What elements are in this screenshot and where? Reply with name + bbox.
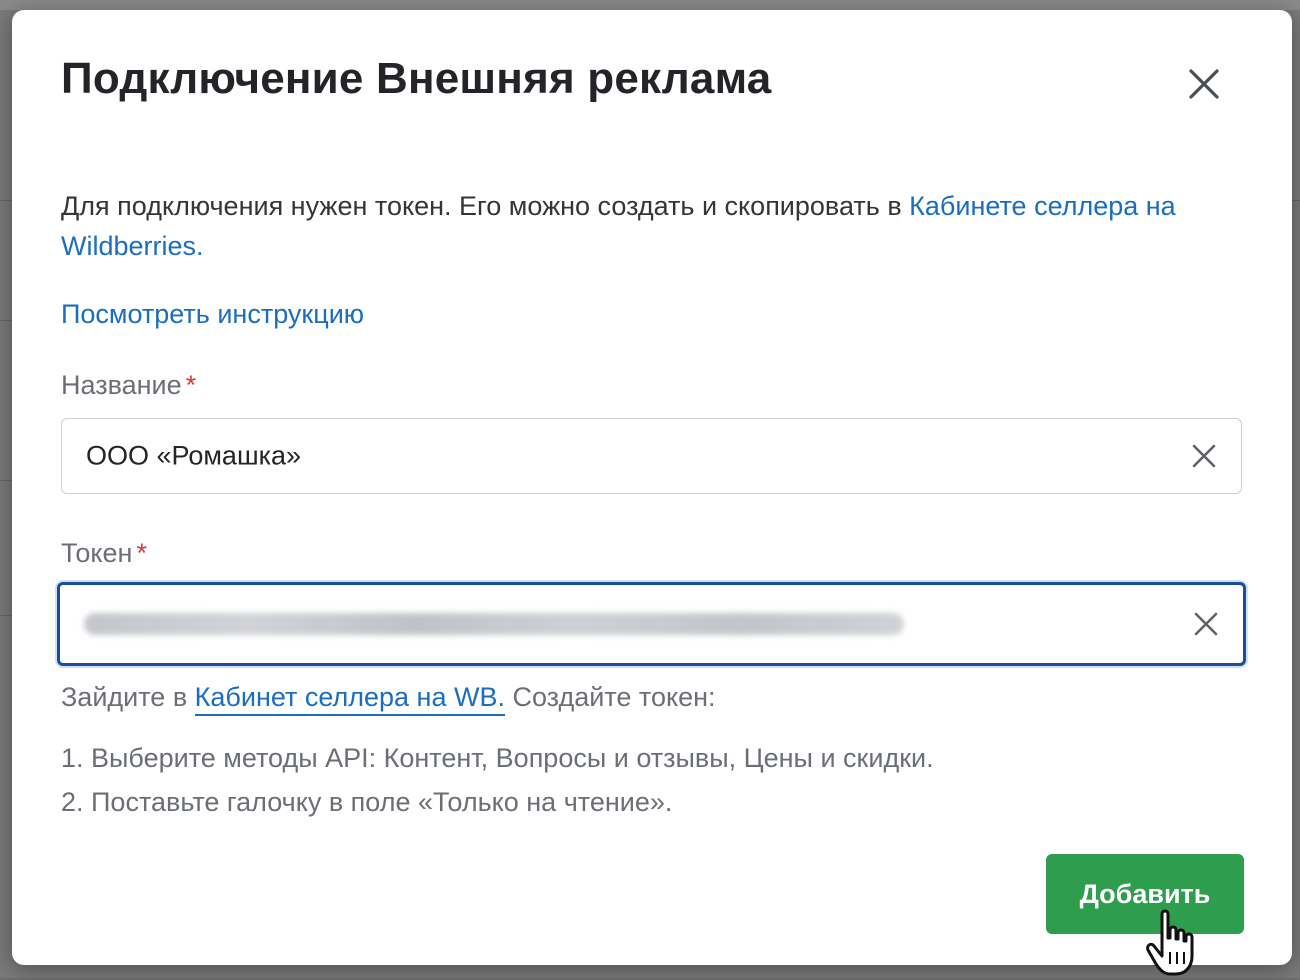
token-clear-button[interactable] xyxy=(1191,609,1221,639)
background-panel xyxy=(0,0,1300,10)
dialog-title: Подключение Внешняя реклама xyxy=(61,54,772,103)
clear-icon xyxy=(1192,444,1216,468)
clear-icon xyxy=(1194,612,1218,636)
add-button[interactable]: Добавить xyxy=(1046,854,1244,934)
name-label-text: Название xyxy=(61,370,182,400)
seller-cabinet-wb-link[interactable]: Кабинет селлера на WB. xyxy=(194,682,505,716)
token-input[interactable] xyxy=(57,582,1246,666)
connection-dialog: Подключение Внешняя реклама Для подключе… xyxy=(12,10,1292,976)
close-icon xyxy=(1189,69,1219,99)
view-instruction-link[interactable]: Посмотреть инструкцию xyxy=(61,299,364,330)
hint-prefix: Зайдите в xyxy=(61,682,195,712)
close-button[interactable] xyxy=(1182,62,1226,106)
background-divider xyxy=(1292,200,1300,201)
background-divider xyxy=(0,320,12,321)
required-mark: * xyxy=(185,370,197,400)
steps-list: 1. Выберите методы API: Контент, Вопросы… xyxy=(61,736,934,824)
step-item: 2. Поставьте галочку в поле «Только на ч… xyxy=(61,787,673,817)
name-input[interactable]: ООО «Ромашка» xyxy=(61,418,1242,494)
background-divider xyxy=(0,200,12,201)
dialog-description: Для подключения нужен токен. Его можно с… xyxy=(61,186,1251,266)
hint-suffix: Создайте токен: xyxy=(504,682,716,712)
token-hint: Зайдите в Кабинет селлера на WB. Создайт… xyxy=(61,682,716,716)
name-field-label: Название * xyxy=(61,370,196,401)
token-field-label: Токен * xyxy=(61,538,147,569)
description-text: Для подключения нужен токен. Его можно с… xyxy=(61,191,910,221)
name-input-value: ООО «Ромашка» xyxy=(86,440,302,471)
background-divider xyxy=(0,615,12,616)
step-item: 1. Выберите методы API: Контент, Вопросы… xyxy=(61,743,934,773)
token-value-blurred xyxy=(84,613,904,635)
name-clear-button[interactable] xyxy=(1189,441,1219,471)
background-divider xyxy=(0,480,12,481)
required-mark: * xyxy=(136,538,147,568)
token-label-text: Токен xyxy=(61,538,133,568)
